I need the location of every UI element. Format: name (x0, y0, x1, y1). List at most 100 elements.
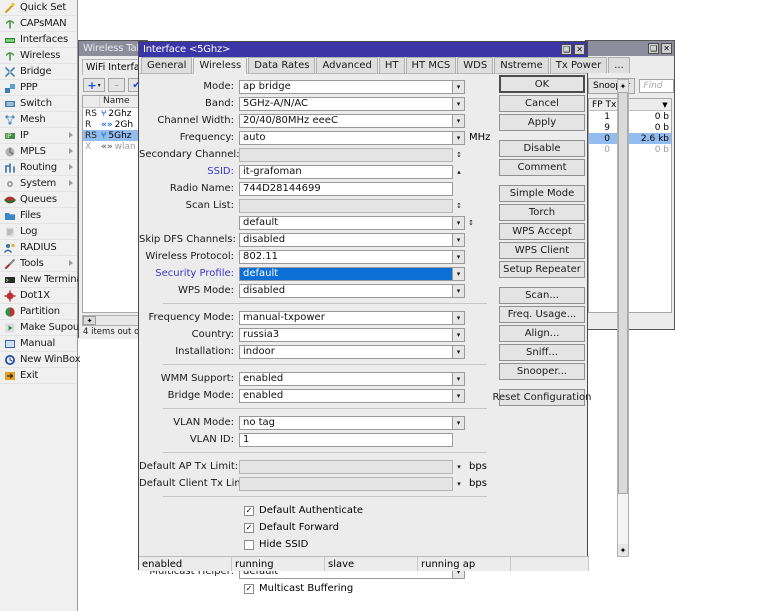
table-row[interactable]: 00 b (589, 144, 671, 155)
input-scan-list-secondary[interactable]: default (239, 216, 453, 230)
sidebar-item-make-supout-rif[interactable]: Make Supout.rif (0, 320, 77, 336)
sidebar-item-radius[interactable]: RADIUS (0, 240, 77, 256)
input-band[interactable]: 5GHz-A/N/AC (239, 97, 453, 111)
dropdown-arrow-icon[interactable]: ▾ (453, 80, 465, 94)
tab-tx-power[interactable]: Tx Power (550, 57, 607, 73)
find-input[interactable]: Find (639, 79, 674, 93)
input-wireless-protocol[interactable]: 802.11 (239, 250, 453, 264)
input-frequency-mode[interactable]: manual-txpower (239, 311, 453, 325)
wireless-tables-titlebar[interactable]: Wireless Tables (79, 41, 147, 56)
input-skip-dfs-channels[interactable]: disabled (239, 233, 453, 247)
field-default-client-tx-limit[interactable]: Default Client Tx Limit: ▾ bps (139, 476, 491, 491)
tab-wireless[interactable]: Wireless (193, 57, 247, 74)
tab-data-rates[interactable]: Data Rates (248, 57, 315, 73)
dropdown-arrow-icon[interactable]: ▾ (453, 114, 465, 128)
cancel-button[interactable]: Cancel (499, 95, 585, 112)
field-channel-width[interactable]: Channel Width: 20/40/80MHz eeeC ▾ (139, 113, 491, 128)
field-scan-list[interactable]: Scan List: ↕ (139, 198, 491, 213)
field-skip-dfs-channels[interactable]: Skip DFS Channels: disabled ▾ (139, 232, 491, 247)
input-wmm-support[interactable]: enabled (239, 372, 453, 386)
field-security-profile[interactable]: Security Profile: default ▾ (139, 266, 491, 281)
table-row[interactable]: 90 b (589, 122, 671, 133)
sidebar-item-mesh[interactable]: Mesh (0, 112, 77, 128)
input-channel-width[interactable]: 20/40/80MHz eeeC (239, 114, 453, 128)
input-secondary-channel[interactable] (239, 148, 453, 162)
dropdown-arrow-icon[interactable]: ▾ (453, 97, 465, 111)
table-row[interactable]: 10 b (589, 111, 671, 122)
scrollbar-thumb[interactable] (618, 92, 628, 494)
input-default-ap-tx-limit[interactable] (239, 460, 453, 474)
wps-client-button[interactable]: WPS Client (499, 242, 585, 259)
dropdown-arrow-icon[interactable]: ▾ (453, 416, 465, 430)
updown-arrows-icon[interactable]: ↕ (453, 199, 465, 213)
field-secondary-channel[interactable]: Secondary Channel: ↕ (139, 147, 491, 162)
field-default-ap-tx-limit[interactable]: Default AP Tx Limit: ▾ bps (139, 459, 491, 474)
field-installation[interactable]: Installation: indoor ▾ (139, 344, 491, 359)
checkbox-box[interactable]: ✓ (244, 584, 254, 594)
input-bridge-mode[interactable]: enabled (239, 389, 453, 403)
sidebar-item-log[interactable]: Log (0, 224, 77, 240)
field-frequency-mode[interactable]: Frequency Mode: manual-txpower ▾ (139, 310, 491, 325)
sidebar-item-ppp[interactable]: PPP (0, 80, 77, 96)
column-menu-icon[interactable]: ▼ (659, 101, 671, 109)
field-ssid[interactable]: SSID: it-grafoman ▴ (139, 164, 491, 179)
checkbox-box[interactable] (244, 540, 254, 550)
dropdown-arrow-icon[interactable]: ▾ (453, 233, 465, 247)
checkbox-multicast-buffering[interactable]: ✓ Multicast Buffering (139, 581, 491, 596)
sidebar-item-new-terminal[interactable]: New Terminal (0, 272, 77, 288)
background-wireless-window[interactable]: ❑ ✕ Snooper Find FP Tx ▼ 10 b90 b02.6 kb… (585, 40, 675, 330)
background-table[interactable]: FP Tx ▼ 10 b90 b02.6 kb00 b (588, 98, 672, 313)
reset-configuration-button[interactable]: Reset Configuration (499, 389, 585, 406)
field-vlan-mode[interactable]: VLAN Mode: no tag ▾ (139, 415, 491, 430)
field-wireless-protocol[interactable]: Wireless Protocol: 802.11 ▾ (139, 249, 491, 264)
scan-button[interactable]: Scan... (499, 287, 585, 304)
column-header-flags[interactable] (83, 96, 100, 107)
sidebar-item-capsman[interactable]: CAPsMAN (0, 16, 77, 32)
checkbox-box[interactable]: ✓ (244, 506, 254, 516)
input-wps-mode[interactable]: disabled (239, 284, 453, 298)
field-radio-name[interactable]: Radio Name: 744D28144699 (139, 181, 491, 196)
dropdown-arrow-icon[interactable]: ▾ (453, 267, 465, 281)
tab-ht-mcs[interactable]: HT MCS (406, 57, 457, 73)
field-band[interactable]: Band: 5GHz-A/N/AC ▾ (139, 96, 491, 111)
field-wps-mode[interactable]: WPS Mode: disabled ▾ (139, 283, 491, 298)
freq-usage-button[interactable]: Freq. Usage... (499, 306, 585, 323)
input-installation[interactable]: indoor (239, 345, 453, 359)
sidebar-item-manual[interactable]: Manual (0, 336, 77, 352)
dropdown-arrow-icon[interactable]: ▾ (453, 250, 465, 264)
form-vertical-scrollbar[interactable]: ✦ ✦ (617, 79, 629, 557)
torch-button[interactable]: Torch (499, 204, 585, 221)
field-country[interactable]: Country: russia3 ▾ (139, 327, 491, 342)
sidebar-item-partition[interactable]: Partition (0, 304, 77, 320)
ok-button[interactable]: OK (499, 75, 585, 93)
dropdown-arrow-icon[interactable]: ▾ (453, 328, 465, 342)
dropdown-arrow-icon[interactable]: ▾ (453, 131, 465, 145)
tab-nstreme[interactable]: Nstreme (494, 57, 549, 73)
field-bridge-mode[interactable]: Bridge Mode: enabled ▾ (139, 388, 491, 403)
snooper-button[interactable]: Snooper... (499, 363, 585, 380)
interface-dialog-titlebar[interactable]: Interface <5Ghz> ❑ ✕ (139, 42, 587, 57)
sniff-button[interactable]: Sniff... (499, 344, 585, 361)
sidebar-item-quick-set[interactable]: Quick Set (0, 0, 77, 16)
dropdown-arrow-icon[interactable]: ▾ (453, 284, 465, 298)
input-radio-name[interactable]: 744D28144699 (239, 182, 453, 196)
sidebar-item-ip[interactable]: IPIP (0, 128, 77, 144)
sidebar-item-system[interactable]: System (0, 176, 77, 192)
tab-ht[interactable]: HT (379, 57, 405, 73)
input-default-client-tx-limit[interactable] (239, 477, 453, 491)
sidebar-item-switch[interactable]: Switch (0, 96, 77, 112)
align-button[interactable]: Align... (499, 325, 585, 342)
input-mode[interactable]: ap bridge (239, 80, 453, 94)
sidebar-item-queues[interactable]: Queues (0, 192, 77, 208)
input-vlan-id[interactable]: 1 (239, 433, 453, 447)
tab-general[interactable]: General (141, 57, 192, 73)
disable-button[interactable]: Disable (499, 140, 585, 157)
checkbox-default-forward[interactable]: ✓ Default Forward (139, 520, 491, 535)
sidebar-item-exit[interactable]: Exit (0, 368, 77, 384)
table-row[interactable]: X«»wlan (83, 141, 144, 152)
maximize-icon[interactable]: ❑ (648, 43, 659, 54)
field-frequency[interactable]: Frequency: auto ▾ MHz (139, 130, 491, 145)
table-row[interactable]: RS⑂2Ghz (83, 108, 144, 119)
field-mode[interactable]: Mode: ap bridge ▾ (139, 79, 491, 94)
tab-wds[interactable]: WDS (457, 57, 493, 73)
